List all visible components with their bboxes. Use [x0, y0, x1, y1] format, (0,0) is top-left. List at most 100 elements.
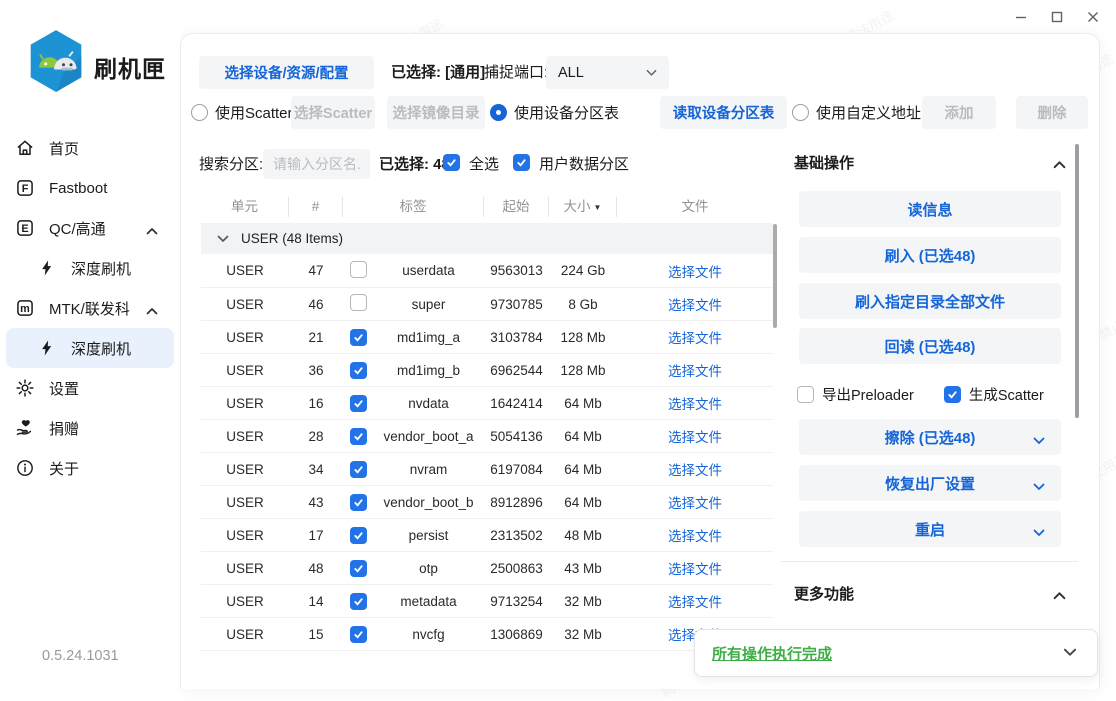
use-custom-addr-radio[interactable]: [792, 104, 809, 121]
unit-cell: USER: [201, 627, 289, 642]
sidebar-item-mtk[interactable]: m MTK/联发科: [0, 288, 180, 328]
readback-selected-button[interactable]: 回读 (已选48): [799, 328, 1061, 364]
reboot-button[interactable]: 重启: [799, 511, 1061, 547]
partition-row[interactable]: USER 34 nvram 6197084 64 Mb 选择文件: [201, 452, 773, 485]
choose-file-button[interactable]: 选择文件: [668, 364, 722, 379]
partition-row[interactable]: USER 14 metadata 9713254 32 Mb 选择文件: [201, 584, 773, 617]
export-preloader-label: 导出Preloader: [822, 384, 914, 405]
read-device-table-button[interactable]: 读取设备分区表: [660, 96, 787, 129]
bolt-icon: [36, 337, 58, 359]
userdata-partition-checkbox[interactable]: [513, 154, 530, 171]
partition-row[interactable]: USER 43 vendor_boot_b 8912896 64 Mb 选择文件: [201, 485, 773, 518]
select-scatter-button[interactable]: 选择Scatter: [291, 96, 375, 129]
row-checkbox[interactable]: [350, 494, 367, 511]
sidebar-item-about[interactable]: 关于: [0, 448, 180, 488]
maximize-button[interactable]: [1048, 8, 1066, 26]
status-message[interactable]: 所有操作执行完成: [712, 643, 832, 664]
label-cell: otp: [373, 561, 484, 576]
partition-row[interactable]: USER 47 userdata 9563013 224 Gb 选择文件: [201, 254, 773, 287]
start-cell: 1642414: [484, 396, 549, 411]
port-select[interactable]: ALL: [546, 56, 669, 89]
search-partition-label: 搜索分区:: [199, 156, 263, 173]
size-cell: 32 Mb: [549, 594, 617, 609]
use-device-table-radio[interactable]: [490, 104, 507, 121]
close-button[interactable]: [1084, 8, 1102, 26]
sidebar-item-home[interactable]: 首页: [0, 128, 180, 168]
partition-row[interactable]: USER 28 vendor_boot_a 5054136 64 Mb 选择文件: [201, 419, 773, 452]
col-start[interactable]: 起始: [484, 197, 549, 217]
erase-selected-button[interactable]: 擦除 (已选48): [799, 419, 1061, 455]
sidebar-item-mtk-deep-flash[interactable]: 深度刷机: [6, 328, 174, 368]
export-preloader-checkbox[interactable]: [797, 386, 814, 403]
row-checkbox[interactable]: [350, 593, 367, 610]
choose-file-button[interactable]: 选择文件: [668, 265, 722, 280]
unit-cell: USER: [201, 528, 289, 543]
delete-button[interactable]: 删除: [1016, 96, 1088, 129]
factory-reset-button[interactable]: 恢复出厂设置: [799, 465, 1061, 501]
col-num[interactable]: #: [289, 197, 343, 217]
partition-row[interactable]: USER 16 nvdata 1642414 64 Mb 选择文件: [201, 386, 773, 419]
add-button[interactable]: 添加: [922, 96, 996, 129]
col-file[interactable]: 文件: [617, 197, 773, 217]
partition-row[interactable]: USER 48 otp 2500863 43 Mb 选择文件: [201, 551, 773, 584]
row-checkbox[interactable]: [350, 261, 367, 278]
panel-scrollbar[interactable]: [1075, 144, 1079, 418]
choose-file-button[interactable]: 选择文件: [668, 529, 722, 544]
flash-dir-all-button[interactable]: 刷入指定目录全部文件: [799, 283, 1061, 319]
sidebar-item-qualcomm-deep-flash[interactable]: 深度刷机: [0, 248, 180, 288]
chevron-up-icon[interactable]: [1053, 587, 1066, 605]
label-cell: nvdata: [373, 396, 484, 411]
sidebar-item-donate[interactable]: 捐赠: [0, 408, 180, 448]
choose-file-button[interactable]: 选择文件: [668, 298, 722, 313]
chevron-down-icon[interactable]: [1063, 644, 1077, 662]
row-checkbox[interactable]: [350, 560, 367, 577]
partition-row[interactable]: USER 17 persist 2313502 48 Mb 选择文件: [201, 518, 773, 551]
use-scatter-radio[interactable]: [191, 104, 208, 121]
size-cell: 64 Mb: [549, 462, 617, 477]
sidebar-item-label: MTK/联发科: [49, 298, 130, 319]
col-label[interactable]: 标签: [343, 197, 484, 217]
sidebar-item-label: Fastboot: [49, 180, 107, 197]
chevron-up-icon[interactable]: [1053, 156, 1066, 174]
select-all-checkbox[interactable]: [443, 154, 460, 171]
choose-file-button[interactable]: 选择文件: [668, 595, 722, 610]
row-checkbox[interactable]: [350, 395, 367, 412]
col-size[interactable]: 大小▼: [549, 197, 617, 217]
partition-row[interactable]: USER 15 nvcfg 1306869 32 Mb 选择文件: [201, 617, 773, 650]
choose-file-button[interactable]: 选择文件: [668, 397, 722, 412]
search-input[interactable]: [263, 149, 370, 179]
read-info-button[interactable]: 读信息: [799, 191, 1061, 227]
start-cell: 6962544: [484, 363, 549, 378]
choose-file-button[interactable]: 选择文件: [668, 430, 722, 445]
partition-row[interactable]: USER 36 md1img_b 6962544 128 Mb 选择文件: [201, 353, 773, 386]
sidebar-item-qualcomm[interactable]: E QC/高通: [0, 208, 180, 248]
select-device-button[interactable]: 选择设备/资源/配置: [199, 56, 374, 89]
partition-row[interactable]: USER 46 super 9730785 8 Gb 选择文件: [201, 287, 773, 320]
row-checkbox[interactable]: [350, 428, 367, 445]
table-scrollbar[interactable]: [773, 224, 777, 328]
choose-file-button[interactable]: 选择文件: [668, 496, 722, 511]
chevron-up-icon: [146, 302, 158, 319]
choose-file-button[interactable]: 选择文件: [668, 562, 722, 577]
row-checkbox[interactable]: [350, 461, 367, 478]
info-icon: [14, 457, 36, 479]
num-cell: 17: [289, 528, 343, 543]
row-checkbox[interactable]: [350, 527, 367, 544]
table-group-row[interactable]: USER (48 Items): [201, 223, 773, 254]
row-checkbox[interactable]: [350, 329, 367, 346]
row-checkbox[interactable]: [350, 294, 367, 311]
partition-row[interactable]: USER 21 md1img_a 3103784 128 Mb 选择文件: [201, 320, 773, 353]
choose-file-button[interactable]: 选择文件: [668, 331, 722, 346]
sidebar-item-settings[interactable]: 设置: [0, 368, 180, 408]
row-checkbox[interactable]: [350, 626, 367, 643]
gen-scatter-checkbox[interactable]: [944, 386, 961, 403]
label-cell: metadata: [373, 594, 484, 609]
minimize-button[interactable]: [1012, 8, 1030, 26]
sidebar-item-fastboot[interactable]: F Fastboot: [0, 168, 180, 208]
select-image-dir-button[interactable]: 选择镜像目录: [387, 96, 485, 129]
col-unit[interactable]: 单元: [201, 197, 289, 217]
choose-file-button[interactable]: 选择文件: [668, 463, 722, 478]
row-checkbox[interactable]: [350, 362, 367, 379]
flash-selected-button[interactable]: 刷入 (已选48): [799, 237, 1061, 273]
size-cell: 224 Gb: [549, 263, 617, 278]
